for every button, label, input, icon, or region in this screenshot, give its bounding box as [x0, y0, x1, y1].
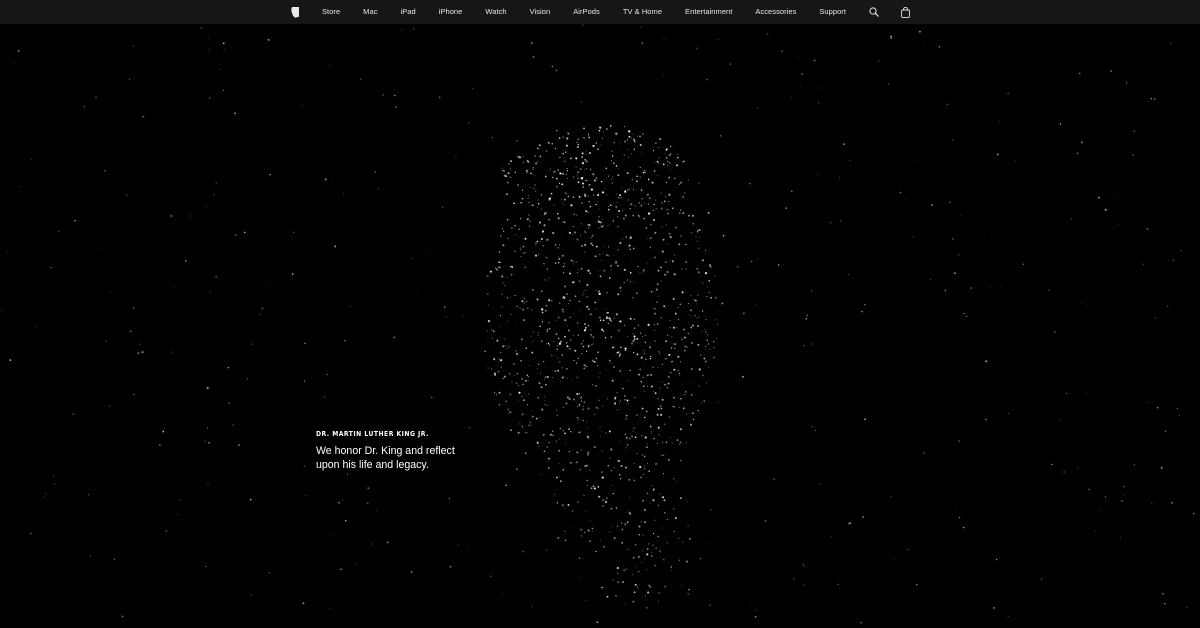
global-nav: Store Mac iPad iPhone Watch Vision AirPo…	[0, 0, 1200, 24]
nav-item-store[interactable]: Store	[322, 0, 340, 24]
hero-copy: DR. MARTIN LUTHER KING JR. We honor Dr. …	[316, 429, 516, 472]
hero: DR. MARTIN LUTHER KING JR. We honor Dr. …	[0, 24, 1200, 628]
nav-item-tv-home[interactable]: TV & Home	[623, 0, 662, 24]
nav-item-airpods[interactable]: AirPods	[573, 0, 600, 24]
page: Store Mac iPad iPhone Watch Vision AirPo…	[0, 0, 1200, 628]
shopping-bag-icon[interactable]	[900, 0, 912, 24]
hero-headline: We honor Dr. King and reflect upon his l…	[316, 445, 455, 471]
nav-item-support[interactable]: Support	[819, 0, 846, 24]
apple-logo-icon[interactable]	[288, 0, 300, 24]
nav-item-mac[interactable]: Mac	[363, 0, 377, 24]
nav-item-accessories[interactable]: Accessories	[755, 0, 796, 24]
nav-item-ipad[interactable]: iPad	[401, 0, 416, 24]
nav-item-iphone[interactable]: iPhone	[439, 0, 463, 24]
stippled-portrait-image	[484, 125, 719, 605]
nav-item-watch[interactable]: Watch	[485, 0, 506, 24]
search-icon[interactable]	[868, 0, 880, 24]
hero-eyebrow: DR. MARTIN LUTHER KING JR.	[316, 429, 429, 438]
nav-list: Store Mac iPad iPhone Watch Vision AirPo…	[0, 0, 1200, 24]
nav-item-vision[interactable]: Vision	[530, 0, 551, 24]
nav-item-entertainment[interactable]: Entertainment	[685, 0, 732, 24]
